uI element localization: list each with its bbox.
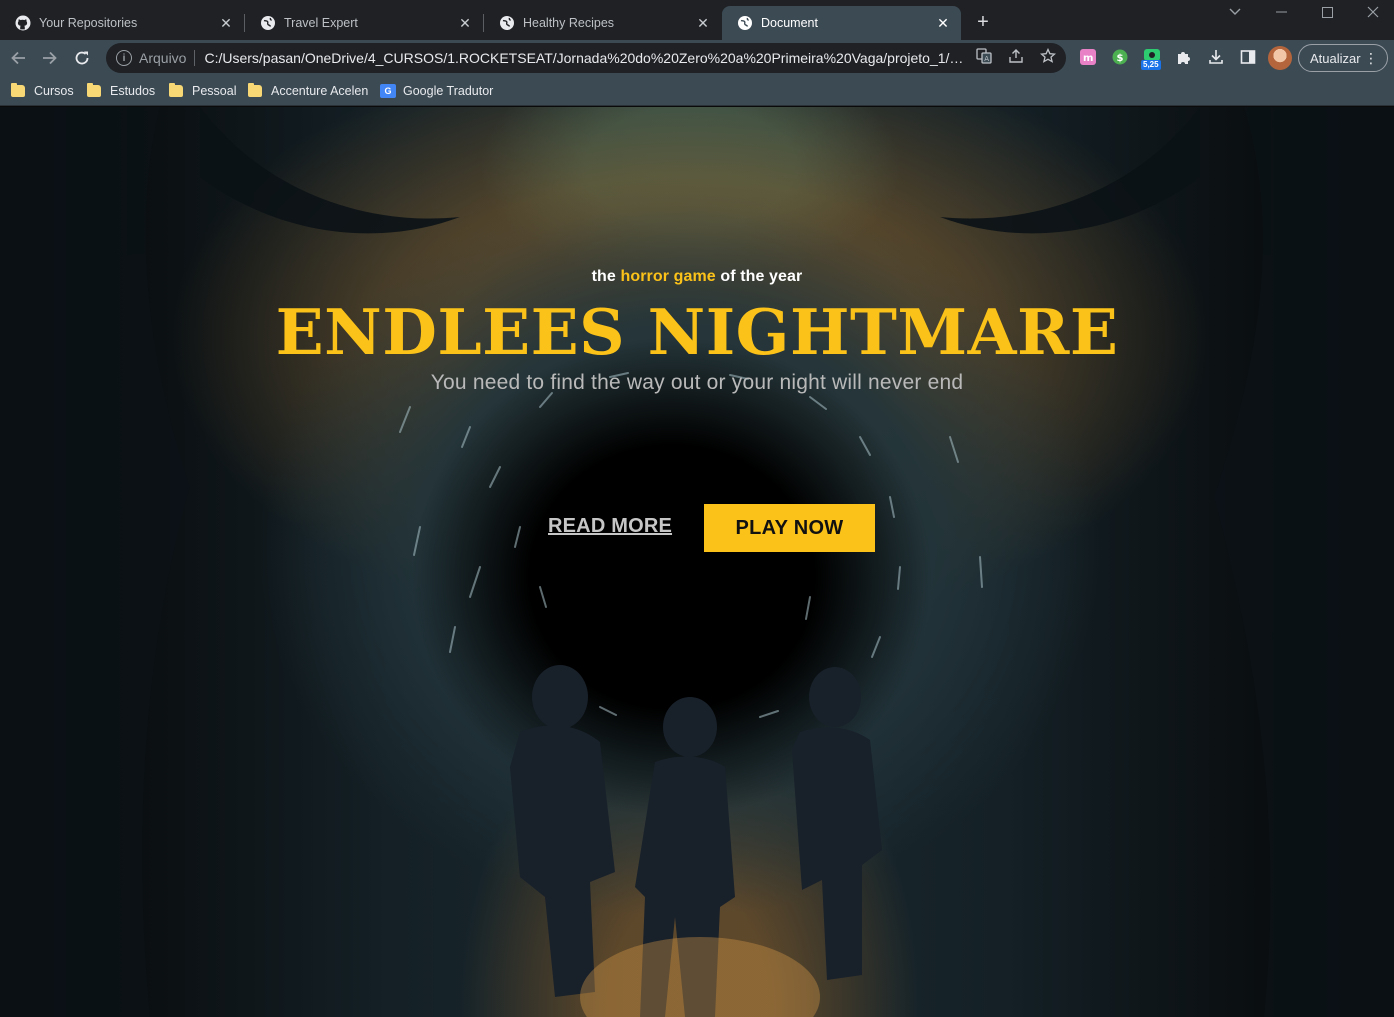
bookmark-google-tradutor[interactable]: G Google Tradutor [380,81,493,101]
extension-badge: 5,25 [1141,60,1161,70]
minimize-button[interactable] [1258,0,1304,24]
hero-subtitle: You need to find the way out or your nig… [430,371,964,394]
tab-your-repositories[interactable]: Your Repositories ✕ [0,6,244,40]
address-scheme: Arquivo [139,50,187,66]
side-panel-icon[interactable] [1239,48,1257,66]
more-menu-icon[interactable]: ⋮ [1364,50,1378,66]
tab-title: Healthy Recipes [523,16,615,30]
tab-healthy-recipes[interactable]: Healthy Recipes ✕ [484,6,721,40]
hero-tagline: the horror game of the year [0,268,1394,286]
bookmark-accenture-acelen[interactable]: Accenture Acelen [248,81,368,101]
extension-dollar-icon[interactable]: $ [1111,48,1129,66]
bookmarks-bar: Cursos Estudos Pessoal Accenture Acelen … [0,76,1394,106]
close-tab-icon[interactable]: ✕ [935,15,951,31]
bookmark-label: Estudos [110,84,156,98]
bookmark-label: Cursos [34,84,74,98]
tagline-before: the [591,268,621,285]
forward-button[interactable] [37,45,63,71]
bookmark-label: Google Tradutor [403,84,494,98]
close-tab-icon[interactable]: ✕ [695,15,711,31]
close-tab-icon[interactable]: ✕ [218,15,234,31]
new-tab-button[interactable]: + [972,11,994,33]
bookmark-cursos[interactable]: Cursos [11,81,74,101]
update-button[interactable]: Atualizar ⋮ [1298,44,1388,72]
folder-icon [87,83,101,97]
bookmark-label: Pessoal [192,84,237,98]
hero-title: ENDLEES NIGHTMARE [275,295,1119,369]
hero-background-illustration [0,107,1394,1017]
tagline-after: of the year [715,268,803,285]
google-translate-icon: G [380,84,396,98]
bookmark-pessoal[interactable]: Pessoal [169,81,236,101]
bookmark-estudos[interactable]: Estudos [87,81,155,101]
globe-icon [738,16,752,30]
address-divider [194,50,196,66]
update-label: Atualizar [1310,50,1361,66]
extensions-puzzle-icon[interactable] [1175,48,1193,66]
globe-icon [500,16,514,30]
share-icon[interactable] [1007,47,1025,65]
tab-title: Travel Expert [284,16,358,30]
tab-title: Document [761,16,818,30]
close-window-button[interactable] [1350,0,1394,24]
back-button[interactable] [5,45,31,71]
tab-travel-expert[interactable]: Travel Expert ✕ [245,6,483,40]
svg-text:A: A [984,55,989,63]
address-bar[interactable]: i Arquivo C:/Users/pasan/OneDrive/4_CURS… [106,43,1066,73]
globe-icon [261,16,275,30]
bookmark-star-icon[interactable] [1039,47,1057,65]
close-tab-icon[interactable]: ✕ [457,15,473,31]
svg-text:m: m [1083,53,1093,64]
tab-search-icon[interactable] [1212,0,1258,24]
github-icon [15,15,31,31]
extension-m-icon[interactable]: m [1079,48,1097,66]
folder-icon [11,83,25,97]
download-icon[interactable] [1207,48,1225,66]
tagline-highlight: horror game [620,268,716,285]
translate-icon[interactable]: A [975,47,993,65]
site-info-icon[interactable]: i [116,50,132,66]
tab-title: Your Repositories [39,16,138,30]
address-url[interactable]: C:/Users/pasan/OneDrive/4_CURSOS/1.ROCKE… [204,50,964,66]
profile-avatar[interactable] [1268,46,1292,70]
folder-icon [248,83,262,97]
reload-button[interactable] [69,45,95,71]
bookmark-label: Accenture Acelen [271,84,369,98]
tab-document[interactable]: Document ✕ [722,6,961,40]
maximize-button[interactable] [1304,0,1350,24]
play-now-button[interactable]: PLAY NOW [704,504,875,552]
read-more-link[interactable]: READ MORE [548,515,672,538]
folder-icon [169,83,183,97]
svg-text:$: $ [1117,53,1124,64]
page-viewport: the horror game of the year ENDLEES NIGH… [0,107,1394,1017]
tab-strip: Your Repositories ✕ Travel Expert ✕ Heal… [0,0,1394,40]
